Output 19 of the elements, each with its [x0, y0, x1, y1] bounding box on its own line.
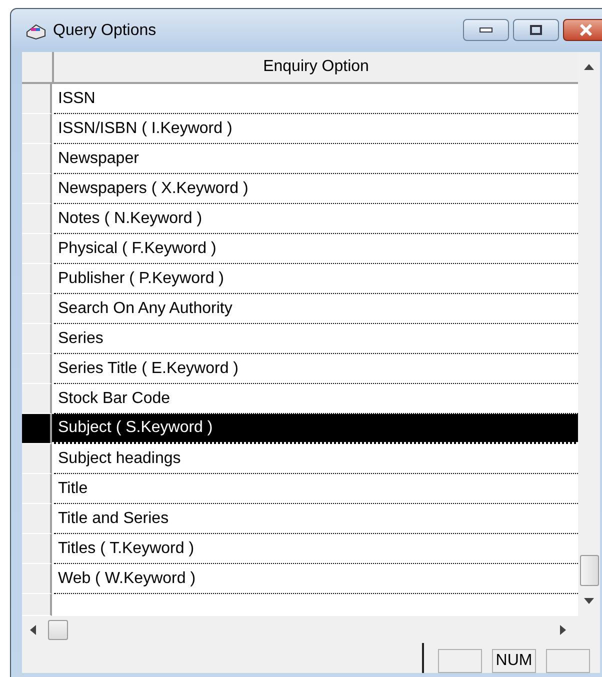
scroll-thumb[interactable]: [580, 555, 598, 586]
status-panel: NUM: [492, 649, 536, 673]
close-icon: [578, 24, 594, 36]
status-panel: [438, 649, 482, 673]
maximize-button[interactable]: [513, 19, 559, 41]
left-arrow-icon[interactable]: [30, 624, 36, 634]
table-cell[interactable]: Subject ( S.Keyword ): [52, 414, 578, 444]
minimize-button[interactable]: [463, 19, 509, 41]
row-header[interactable]: [22, 414, 52, 444]
close-button[interactable]: [563, 19, 602, 41]
maximize-icon: [529, 24, 543, 36]
status-panel: [546, 649, 590, 673]
minimize-icon: [479, 27, 493, 33]
window-title: Query Options: [53, 22, 156, 40]
scroll-thumb[interactable]: [48, 620, 68, 640]
app-icon: [25, 22, 47, 40]
up-arrow-icon[interactable]: [584, 64, 594, 70]
down-arrow-icon[interactable]: [584, 598, 594, 604]
right-arrow-icon[interactable]: [560, 624, 566, 634]
